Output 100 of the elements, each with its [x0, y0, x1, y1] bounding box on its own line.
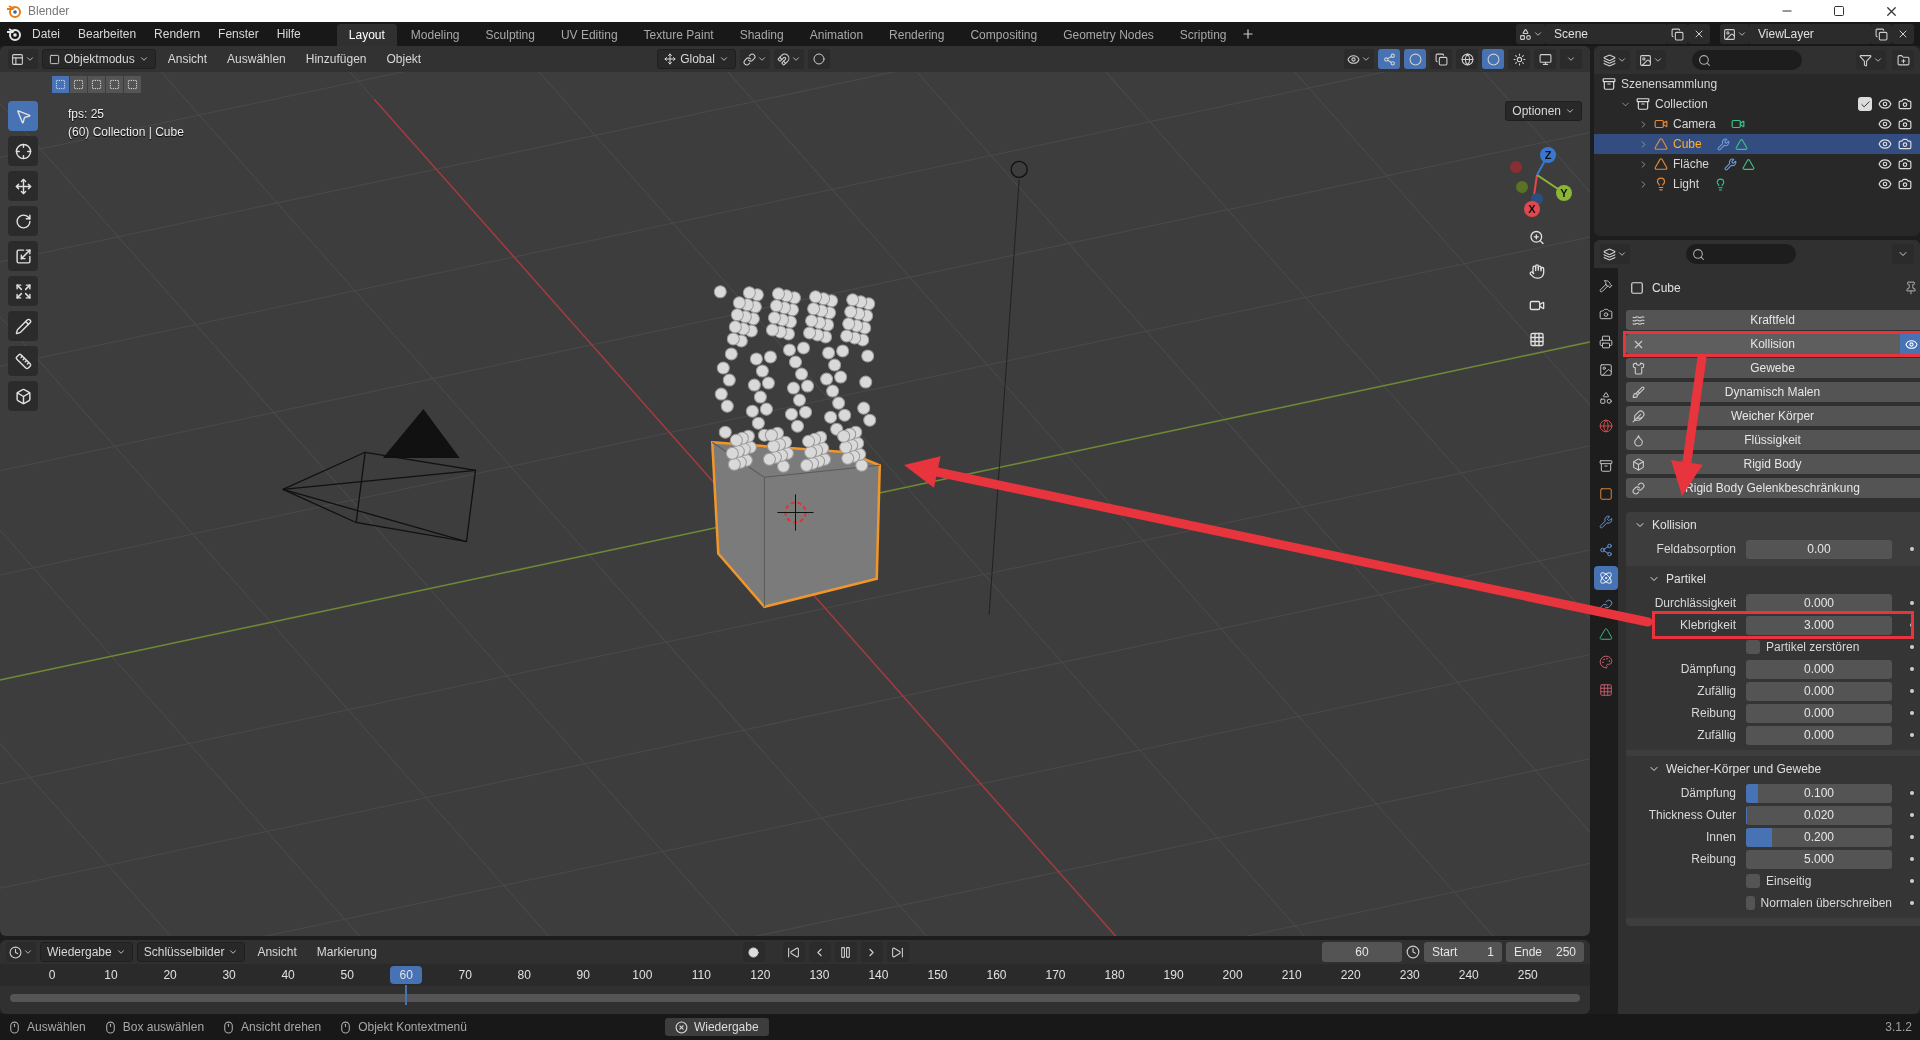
frame-number: 170: [1044, 967, 1067, 984]
frame-number: 20: [162, 967, 178, 984]
object-info-text: (60) Collection | Cube: [68, 125, 184, 139]
frame-number: 190: [1162, 967, 1185, 984]
frame-number: 0: [47, 967, 57, 984]
field-label: Feldabsorption: [1655, 542, 1736, 556]
field-label: Klebrigkeit: [1678, 618, 1736, 632]
playback-indicator[interactable]: Wiedergabe: [664, 1018, 769, 1036]
workspace-tab[interactable]: Shading: [727, 24, 796, 46]
menu-item[interactable]: Ansicht: [159, 49, 216, 69]
number-field[interactable]: 0.100: [1746, 783, 1892, 803]
hint-text: Ansicht drehen: [241, 1020, 322, 1034]
item-label: Szenensammlung: [1621, 77, 1718, 91]
scene-name-field[interactable]: Scene: [1546, 24, 1666, 44]
checkbox-label: Partikel zerstören: [1766, 640, 1860, 654]
workspace-tab[interactable]: Layout: [336, 24, 397, 46]
frame-number: 200: [1221, 967, 1244, 984]
frame-number: 100: [631, 967, 654, 984]
number-field[interactable]: 0.000: [1746, 681, 1892, 701]
physics-button[interactable]: Gewebe: [1626, 358, 1920, 378]
workspace-tab[interactable]: Animation: [797, 24, 876, 46]
physics-button[interactable]: Dynamisch Malen: [1626, 382, 1920, 402]
mode-dropdown[interactable]: Objektmodus: [42, 49, 156, 69]
item-label: Camera: [1673, 117, 1716, 131]
current-frame-marker[interactable]: 60: [390, 966, 423, 984]
panel-header[interactable]: Kollision: [1626, 512, 1920, 538]
physics-button[interactable]: Rigid Body: [1626, 454, 1920, 474]
hint-text: Box auswählen: [122, 1020, 205, 1034]
current-frame-field[interactable]: 60: [1322, 942, 1402, 962]
menu-dropdown[interactable]: Schlüsselbilder: [136, 942, 246, 962]
menu-dropdown[interactable]: Wiedergabe: [40, 942, 133, 962]
outliner-row[interactable]: Camera: [1594, 114, 1920, 134]
options-dropdown[interactable]: Optionen: [1505, 101, 1582, 121]
workspace-tab[interactable]: Scripting: [1167, 24, 1239, 46]
orientation-dropdown[interactable]: Global: [657, 49, 736, 69]
end-frame-field[interactable]: Ende 250: [1506, 942, 1584, 962]
physics-button[interactable]: Kollision: [1626, 334, 1920, 354]
menu-item[interactable]: Hinzufügen: [297, 49, 375, 69]
number-field[interactable]: 0.200: [1746, 827, 1892, 847]
workspace-tab[interactable]: Compositing: [958, 24, 1050, 46]
number-field[interactable]: 0.020: [1746, 805, 1892, 825]
frame-number: 150: [926, 967, 949, 984]
menu-item[interactable]: Fenster: [210, 24, 267, 44]
menu-item[interactable]: Hilfe: [268, 24, 309, 44]
start-frame-field[interactable]: Start 1: [1424, 942, 1502, 962]
field-label: Zufällig: [1696, 684, 1736, 698]
frame-number: 120: [749, 967, 772, 984]
frame-number: 130: [808, 967, 831, 984]
frame-number: 180: [1103, 967, 1126, 984]
physics-button[interactable]: Kraftfeld: [1626, 310, 1920, 330]
field-label: Reibung: [1690, 852, 1736, 866]
window-title: Blender: [28, 4, 71, 18]
fps-text: fps: 25: [68, 107, 105, 121]
checkbox-label: Einseitig: [1766, 874, 1812, 888]
number-field[interactable]: 0.000: [1746, 703, 1892, 723]
frame-number: 230: [1398, 967, 1421, 984]
field-label: Reibung: [1690, 706, 1736, 720]
version-text: 3.1.2: [1885, 1020, 1912, 1034]
number-field[interactable]: 0.00: [1746, 539, 1892, 559]
menu-item[interactable]: Bearbeiten: [70, 24, 145, 44]
number-field[interactable]: 3.000: [1746, 615, 1892, 635]
workspace-tab[interactable]: UV Editing: [548, 24, 630, 46]
workspace-tab[interactable]: Texture Paint: [631, 24, 726, 46]
navigation-gizmo: X Y Z: [1492, 127, 1582, 217]
frame-number: 240: [1457, 967, 1480, 984]
field-label: Thickness Outer: [1647, 808, 1736, 822]
field-label: Zufällig: [1696, 728, 1736, 742]
workspace-tab[interactable]: Rendering: [877, 24, 957, 46]
frame-number: 90: [575, 967, 591, 984]
number-field[interactable]: 5.000: [1746, 849, 1892, 869]
frame-number: 160: [985, 967, 1008, 984]
frame-number: 250: [1516, 967, 1539, 984]
menu-item[interactable]: Auswählen: [219, 49, 294, 69]
item-label: Collection: [1655, 97, 1708, 111]
frame-number: 110: [690, 967, 712, 984]
workspace-tab[interactable]: Geometry Nodes: [1051, 24, 1166, 46]
menu-item[interactable]: Markierung: [308, 942, 385, 962]
workspace-tab[interactable]: Modeling: [398, 24, 472, 46]
physics-button[interactable]: Flüssigkeit: [1626, 430, 1920, 450]
number-field[interactable]: 0.000: [1746, 659, 1892, 679]
frame-number: 50: [339, 967, 355, 984]
menu-item[interactable]: Objekt: [378, 49, 430, 69]
hint-text: Objekt Kontextmenü: [358, 1020, 467, 1034]
workspace-tab[interactable]: Sculpting: [473, 24, 547, 46]
subpanel-header[interactable]: Partikel: [1626, 566, 1920, 592]
physics-button[interactable]: Weicher Körper: [1626, 406, 1920, 426]
frame-number: 30: [221, 967, 237, 984]
item-label: Fläche: [1673, 157, 1710, 171]
outliner-row[interactable]: Cube: [1594, 134, 1920, 154]
subpanel-header[interactable]: Weicher-Körper und Gewebe: [1626, 756, 1920, 782]
menu-item[interactable]: Ansicht: [249, 942, 305, 962]
outliner-row[interactable]: Fläche: [1594, 154, 1920, 174]
number-field[interactable]: 0.000: [1746, 725, 1892, 745]
view-layer-name-field[interactable]: ViewLayer: [1750, 24, 1870, 44]
menu-item[interactable]: Rendern: [146, 24, 209, 44]
frame-number: 210: [1280, 967, 1303, 984]
menu-item[interactable]: Datei: [24, 24, 68, 44]
outliner-row[interactable]: Light: [1594, 174, 1920, 194]
checkbox-label: Normalen überschreiben: [1760, 896, 1892, 910]
hint-text: Auswählen: [27, 1020, 86, 1034]
